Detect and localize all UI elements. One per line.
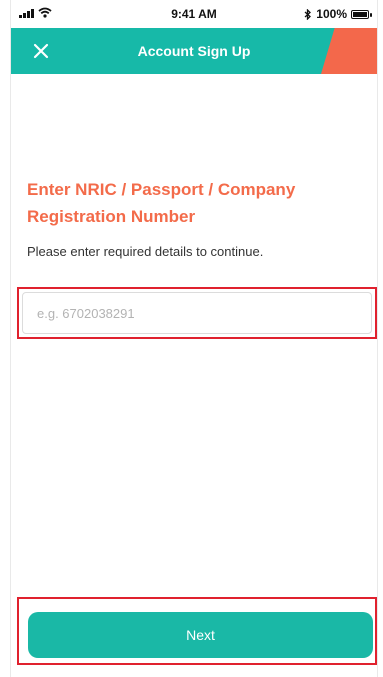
status-right: 100% xyxy=(304,7,372,21)
battery-icon xyxy=(351,9,372,19)
app-header: Account Sign Up xyxy=(11,28,377,74)
form-heading: Enter NRIC / Passport / Company Registra… xyxy=(27,180,296,226)
form-subtext: Please enter required details to continu… xyxy=(27,244,264,259)
phone-screen: 9:41 AM 100% Account Sign Up Enter NRIC … xyxy=(10,0,378,677)
battery-fill xyxy=(353,11,367,17)
bluetooth-icon xyxy=(304,8,312,20)
page-title: Account Sign Up xyxy=(137,43,251,59)
status-bar: 9:41 AM 100% xyxy=(11,0,377,28)
next-button[interactable]: Next xyxy=(28,612,373,658)
id-number-input[interactable] xyxy=(22,292,372,334)
battery-percent: 100% xyxy=(316,7,347,21)
